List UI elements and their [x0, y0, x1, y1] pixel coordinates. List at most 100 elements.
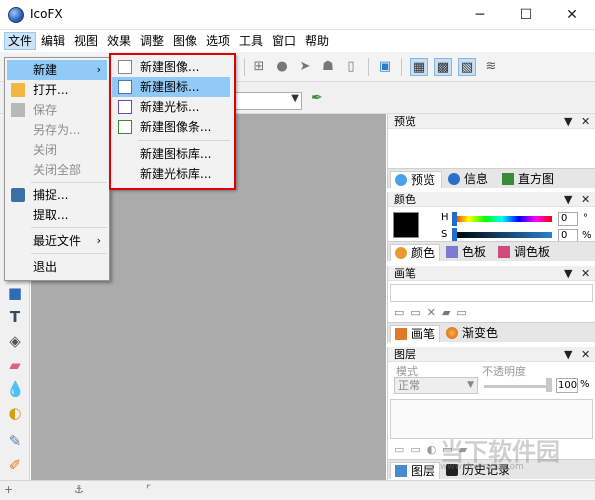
anchor-icon: ⚓ [74, 483, 84, 496]
blur-tool-icon[interactable]: 💧 [6, 380, 25, 398]
close-icon[interactable]: ✕ [581, 347, 590, 362]
tab-label: 直方图 [518, 172, 555, 186]
menu-tools[interactable]: 工具 [236, 32, 266, 50]
file-menu-save[interactable]: 保存 [7, 100, 107, 120]
file-menu-close[interactable]: 关闭 [7, 140, 107, 160]
close-button[interactable]: ✕ [549, 0, 595, 30]
brush-tool-icon[interactable]: ✐ [6, 456, 24, 474]
tab-brush[interactable]: 画笔 [390, 325, 440, 342]
rectangle-tool-icon[interactable]: ■ [6, 284, 24, 302]
file-menu-extract[interactable]: 提取... [7, 205, 107, 225]
menu-edit[interactable]: 编辑 [38, 32, 68, 50]
transparency-icon[interactable]: ▧ [458, 58, 476, 76]
file-menu-capture[interactable]: 捕捉... [7, 185, 107, 205]
chevron-right-icon: › [96, 63, 101, 76]
save-icon [11, 103, 25, 117]
hue-slider[interactable] [452, 216, 552, 222]
menu-item-label: 新建 [33, 63, 58, 77]
file-menu-recent[interactable]: 最近文件 › [7, 231, 107, 251]
pin-icon[interactable]: ▼ [564, 192, 572, 207]
tab-swatches[interactable]: 色板 [442, 244, 492, 261]
toolbar-separator [244, 58, 245, 76]
blend-mode-value: 正常 [398, 379, 420, 392]
menu-separator [31, 227, 107, 228]
chevron-down-icon: ▼ [291, 93, 299, 104]
file-menu-save-as[interactable]: 另存为... [7, 120, 107, 140]
tab-label: 图层 [411, 464, 436, 478]
file-menu-new[interactable]: 新建 › [7, 60, 107, 80]
maximize-button[interactable]: ☐ [503, 0, 549, 30]
menu-view[interactable]: 视图 [71, 32, 101, 50]
menu-item-label: 最近文件 [33, 234, 82, 248]
colors-tabs: 颜色 色板 调色板 [388, 241, 595, 261]
pin-icon[interactable]: ▼ [564, 347, 572, 362]
android-icon[interactable]: ☗ [319, 58, 337, 76]
pin-icon[interactable]: ▼ [564, 114, 572, 129]
opacity-slider[interactable] [484, 385, 550, 388]
saturation-slider[interactable] [452, 232, 552, 238]
pointer-icon[interactable]: ➤ [296, 58, 314, 76]
grid-checker-icon[interactable]: ▦ [410, 58, 428, 76]
menu-help[interactable]: 帮助 [302, 32, 332, 50]
tab-histogram[interactable]: 直方图 [498, 171, 564, 188]
layers-icon[interactable]: ≋ [482, 58, 500, 76]
menu-options[interactable]: 选项 [203, 32, 233, 50]
menu-image[interactable]: 图像 [170, 32, 200, 50]
primary-color-swatch[interactable] [393, 212, 419, 238]
info-icon [448, 173, 460, 185]
pin-icon[interactable]: ▼ [564, 266, 572, 281]
file-menu-close-all[interactable]: 关闭全部 [7, 160, 107, 180]
file-menu-exit[interactable]: 退出 [7, 257, 107, 277]
grid-icon[interactable]: ▩ [434, 58, 452, 76]
menu-adjust[interactable]: 调整 [137, 32, 167, 50]
tab-label: 调色板 [514, 245, 551, 259]
toolbar-separator [368, 58, 369, 76]
swatches-icon [446, 246, 458, 258]
brush-preview[interactable] [390, 284, 593, 302]
brush-actions[interactable]: ▭▭✕▰▭ [394, 306, 473, 319]
chevron-down-icon: ▼ [467, 380, 474, 390]
brush-tabs: 画笔 渐变色 [388, 322, 595, 342]
file-menu-open[interactable]: 打开... [7, 80, 107, 100]
hue-slider-thumb[interactable] [452, 212, 457, 226]
fill-tool-icon[interactable]: ◈ [6, 332, 24, 350]
menu-window[interactable]: 窗口 [269, 32, 299, 50]
close-icon[interactable]: ✕ [581, 192, 590, 207]
menu-item-label: 关闭全部 [33, 163, 82, 177]
tab-palette[interactable]: 调色板 [494, 244, 558, 261]
text-tool-icon[interactable]: T [6, 308, 24, 326]
highlight-annotation [109, 53, 236, 190]
close-icon[interactable]: ✕ [581, 114, 590, 129]
eyedropper-tool-icon[interactable]: ✎ [6, 432, 24, 450]
menu-effects[interactable]: 效果 [104, 32, 134, 50]
h-value-field[interactable]: 0 [558, 212, 578, 226]
tab-layers[interactable]: 图层 [390, 462, 440, 479]
eraser-tool-icon[interactable]: ▰ [6, 356, 24, 374]
gradient-icon [446, 327, 458, 339]
menu-item-label: 打开... [33, 83, 69, 97]
blend-mode-select[interactable]: 正常 ▼ [394, 377, 478, 394]
tab-preview[interactable]: 预览 [390, 171, 442, 188]
apple-icon[interactable]: ● [273, 58, 291, 76]
menu-file[interactable]: 文件 [4, 32, 37, 50]
mobile-icon[interactable]: ▯ [342, 58, 360, 76]
close-icon[interactable]: ✕ [581, 266, 590, 281]
chevron-right-icon: › [96, 234, 101, 247]
menu-item-label: 另存为... [33, 123, 81, 137]
dodge-tool-icon[interactable]: ◐ [6, 404, 24, 422]
tab-label: 信息 [464, 172, 489, 186]
tab-info[interactable]: 信息 [444, 171, 496, 188]
saturation-slider-thumb[interactable] [452, 228, 457, 242]
preview-tabs: 预览 信息 直方图 [388, 168, 595, 188]
opacity-slider-thumb[interactable] [546, 378, 552, 392]
minimize-button[interactable]: ─ [457, 0, 503, 30]
eye-icon [395, 174, 407, 186]
eyedropper-option-icon[interactable]: ✒ [311, 90, 323, 106]
tab-gradient[interactable]: 渐变色 [442, 325, 508, 342]
windows-icon[interactable]: ⊞ [250, 58, 268, 76]
app-icon [8, 7, 24, 23]
image-icon[interactable]: ▣ [376, 58, 394, 76]
opacity-value-field[interactable]: 100 [556, 378, 578, 393]
camera-icon [11, 188, 25, 202]
tab-colors[interactable]: 颜色 [390, 244, 440, 261]
